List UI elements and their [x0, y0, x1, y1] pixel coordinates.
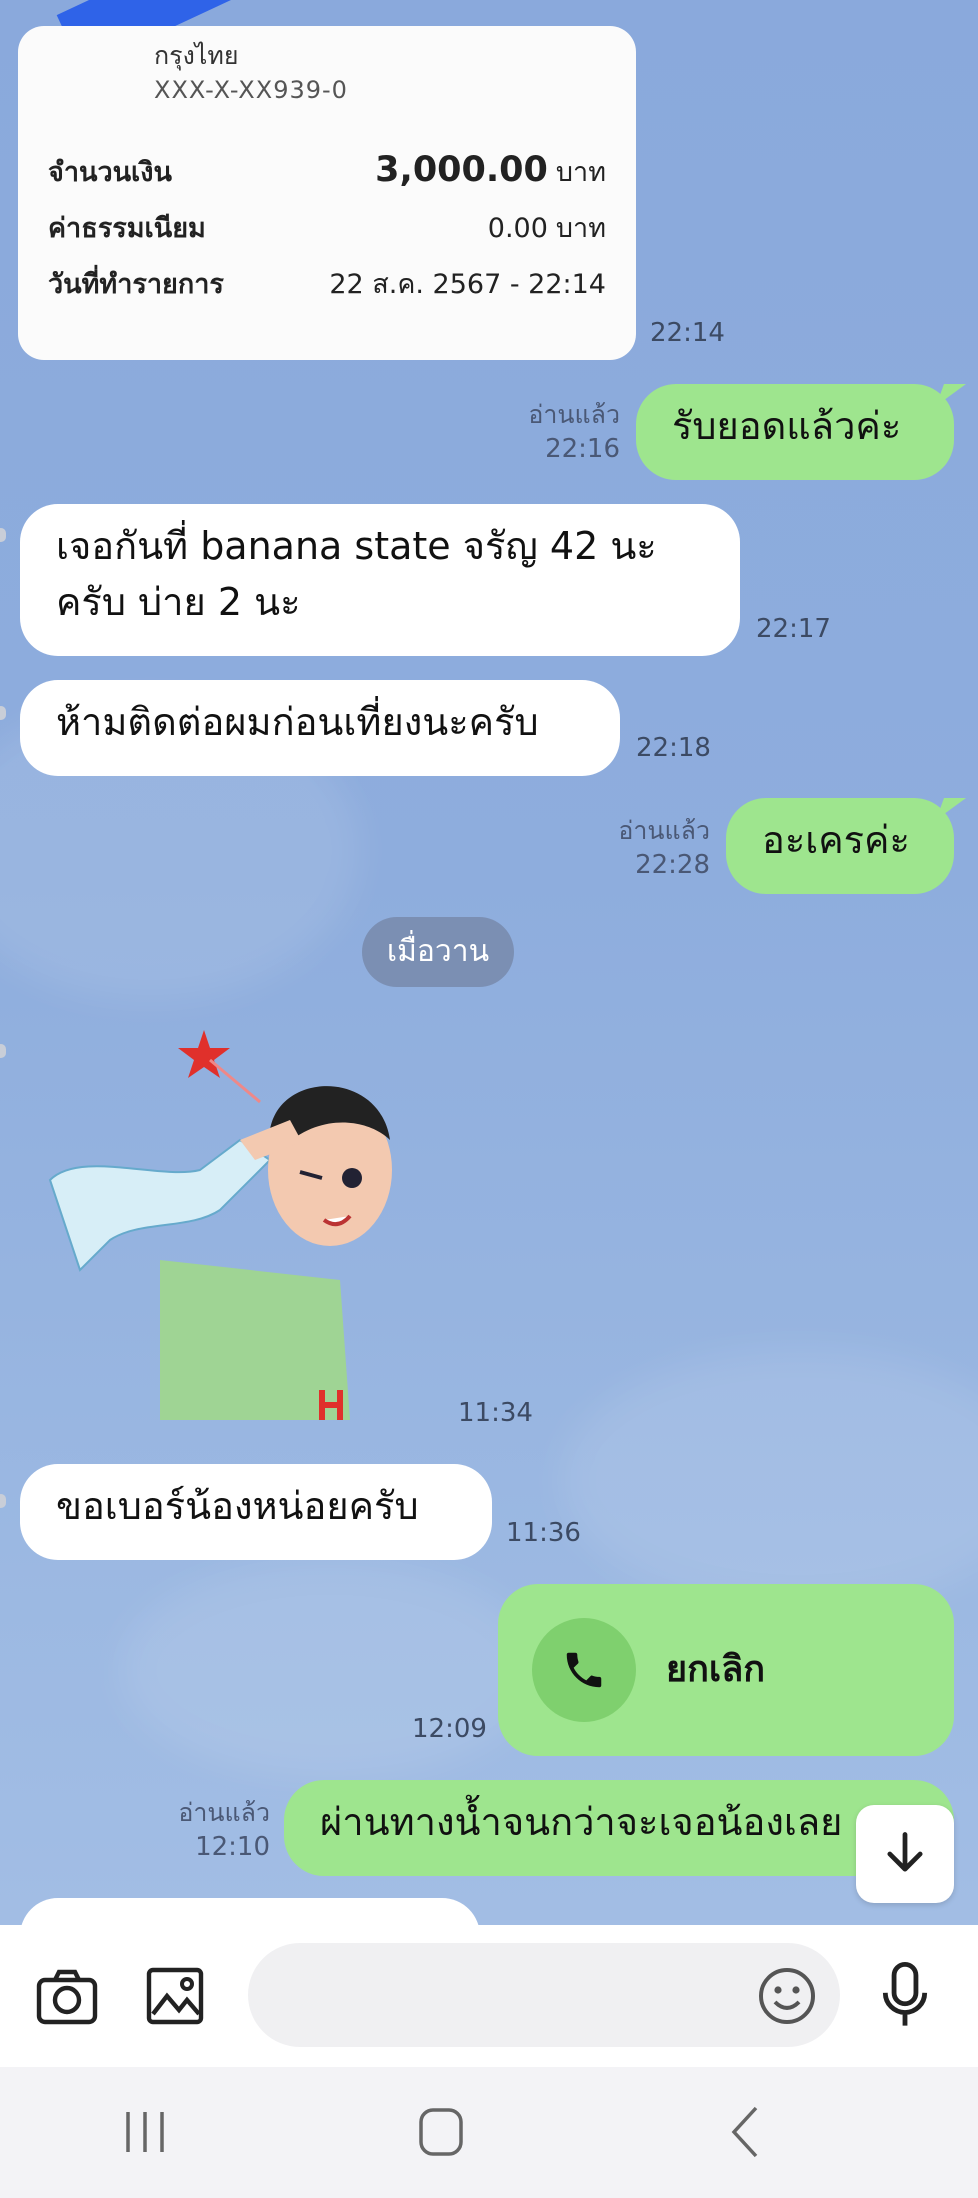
back-button[interactable]	[710, 2097, 780, 2167]
incoming-message-bubble[interactable]: เจอกันที่ banana state จรัญ 42 นะ ครับ บ…	[20, 504, 740, 656]
message-time: 11:36	[506, 1518, 581, 1548]
read-label: อ่านแล้ว	[528, 400, 620, 429]
outgoing-message-bubble[interactable]: อะเครค่ะ	[726, 798, 954, 894]
receipt-date-row: วันที่ทำรายการ 22 ส.ค. 2567 - 22:14	[48, 262, 606, 305]
message-time: 22:28	[635, 850, 710, 880]
message-time: 12:09	[412, 1714, 487, 1744]
message-time: 22:17	[756, 614, 831, 644]
microphone-icon	[882, 1961, 928, 2026]
incoming-message-bubble[interactable]: ห้ามติดต่อผมก่อนเที่ยงนะครับ	[20, 680, 620, 776]
sparkle-line	[209, 1058, 261, 1104]
background-cloud	[120, 1560, 540, 1780]
outgoing-message-bubble[interactable]: ผ่านทางน้ำจนกว่าจะเจอน้องเลย	[284, 1780, 954, 1876]
message-time: 12:10	[195, 1832, 270, 1862]
receipt-amount-unit: บาท	[555, 157, 606, 188]
sender-avatar[interactable]	[0, 1494, 6, 1508]
read-receipt: อ่านแล้ว 22:16	[500, 398, 620, 466]
receipt-date-value: 22 ส.ค. 2567 - 22:14	[329, 269, 606, 300]
read-label: อ่านแล้ว	[618, 816, 710, 845]
message-time: 22:14	[650, 318, 725, 348]
message-text: ห้ามติดต่อผมก่อนเที่ยงนะครับ	[56, 700, 539, 744]
recent-apps-icon	[126, 2112, 164, 2152]
recent-apps-button[interactable]	[110, 2097, 180, 2167]
camera-button[interactable]	[30, 1961, 104, 2031]
incoming-message-bubble[interactable]: ขอเบอร์น้องหน่อยครับ	[20, 1464, 492, 1560]
transfer-receipt-image[interactable]: กรุงไทย XXX-X-XX939-0 จำนวนเงิน 3,000.00…	[18, 26, 636, 360]
cancelled-call-bubble[interactable]: ยกเลิก	[498, 1584, 954, 1756]
message-text-line2: ครับ บ่าย 2 นะ	[56, 580, 301, 624]
receipt-bank-name: กรุงไทย	[154, 41, 239, 70]
microphone-button[interactable]	[870, 1955, 940, 2035]
receipt-amount-value: 3,000.00	[375, 150, 548, 190]
receipt-account-number: XXX-X-XX939-0	[154, 76, 348, 104]
message-text: รับยอดแล้วค่ะ	[672, 404, 902, 448]
salute-sticker[interactable]	[40, 1030, 420, 1420]
sender-avatar[interactable]	[0, 706, 6, 720]
message-text: ผ่านทางน้ำจนกว่าจะเจอน้องเลย	[320, 1800, 843, 1844]
system-navigation-bar	[0, 2067, 978, 2198]
back-icon	[731, 2106, 758, 2158]
emoji-button[interactable]	[752, 1961, 822, 2031]
message-input-bar	[0, 1925, 978, 2067]
phone-icon	[532, 1618, 636, 1722]
image-icon	[146, 1967, 204, 2025]
date-separator: เมื่อวาน	[362, 917, 514, 987]
scroll-to-bottom-button[interactable]	[856, 1805, 954, 1903]
gallery-button[interactable]	[140, 1961, 210, 2031]
arrow-down-icon	[887, 1832, 923, 1872]
sender-avatar[interactable]	[0, 528, 6, 542]
sender-avatar[interactable]	[0, 1044, 6, 1058]
message-time: 11:34	[458, 1398, 533, 1428]
sticker-arm	[48, 1138, 272, 1272]
outgoing-message-bubble[interactable]: รับยอดแล้วค่ะ	[636, 384, 954, 480]
read-receipt: อ่านแล้ว 12:10	[150, 1796, 270, 1864]
camera-icon	[36, 1969, 98, 2025]
background-cloud	[560, 1350, 978, 1610]
receipt-date-label: วันที่ทำรายการ	[48, 269, 224, 300]
receipt-fee-label: ค่าธรรมเนียม	[48, 213, 206, 244]
message-time: 22:18	[636, 733, 711, 763]
read-label: อ่านแล้ว	[178, 1798, 270, 1827]
sticker-eye	[342, 1168, 362, 1188]
message-text: อะเครค่ะ	[762, 818, 910, 862]
incoming-message-bubble-partial[interactable]	[20, 1898, 480, 1925]
chat-area[interactable]: กรุงไทย XXX-X-XX939-0 จำนวนเงิน 3,000.00…	[0, 0, 978, 1925]
message-text: เจอกันที่ banana state จรัญ 42 นะ	[56, 524, 657, 568]
receipt-amount-label: จำนวนเงิน	[48, 157, 172, 188]
read-receipt: อ่านแล้ว 22:28	[590, 814, 710, 882]
receipt-fee-value: 0.00	[487, 213, 548, 244]
home-button[interactable]	[406, 2097, 476, 2167]
receipt-fee-unit: บาท	[555, 213, 606, 244]
emoji-icon	[759, 1968, 815, 2024]
message-time: 22:16	[545, 434, 620, 464]
receipt-fee-row: ค่าธรรมเนียม 0.00 บาท	[48, 206, 606, 249]
receipt-amount-row: จำนวนเงิน 3,000.00 บาท	[48, 150, 606, 193]
call-status-label: ยกเลิก	[666, 1649, 766, 1690]
home-icon	[419, 2108, 463, 2156]
message-text: ขอเบอร์น้องหน่อยครับ	[56, 1484, 419, 1528]
